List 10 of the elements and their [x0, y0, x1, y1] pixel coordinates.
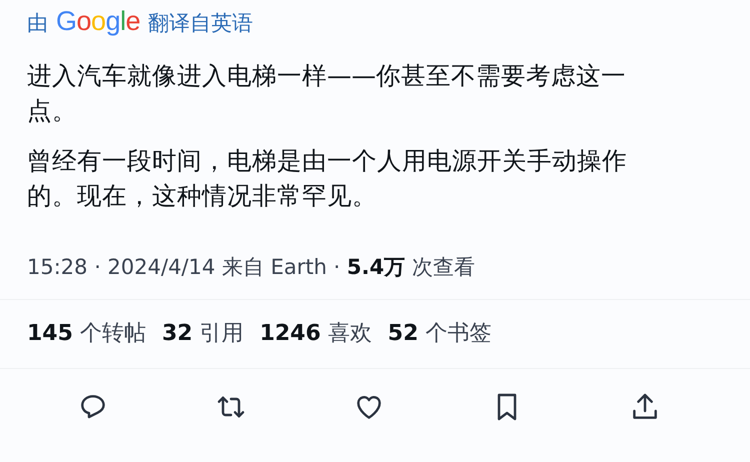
stat-link[interactable]: 145 个转帖	[27, 318, 146, 350]
translated-by-label: 由	[27, 10, 48, 37]
stat-link[interactable]: 52 个书签	[388, 318, 492, 350]
tweet-meta: 15:28 · 2024/4/14 来自 Earth · 5.4万 次查看	[27, 254, 476, 281]
stat-link[interactable]: 1246 喜欢	[260, 318, 372, 350]
stat-link[interactable]: 32 引用	[162, 318, 244, 350]
translated-from-label: 翻译自英语	[148, 10, 254, 37]
tweet-text: 曾经有一段时间，电梯是由一个人用电源开关手动操作的。现在，这种情况非常罕见。	[27, 145, 628, 212]
google-logo: Google	[56, 6, 140, 37]
tweet-text: 进入汽车就像进入电梯一样——你甚至不需要考虑这一点。	[27, 60, 627, 127]
